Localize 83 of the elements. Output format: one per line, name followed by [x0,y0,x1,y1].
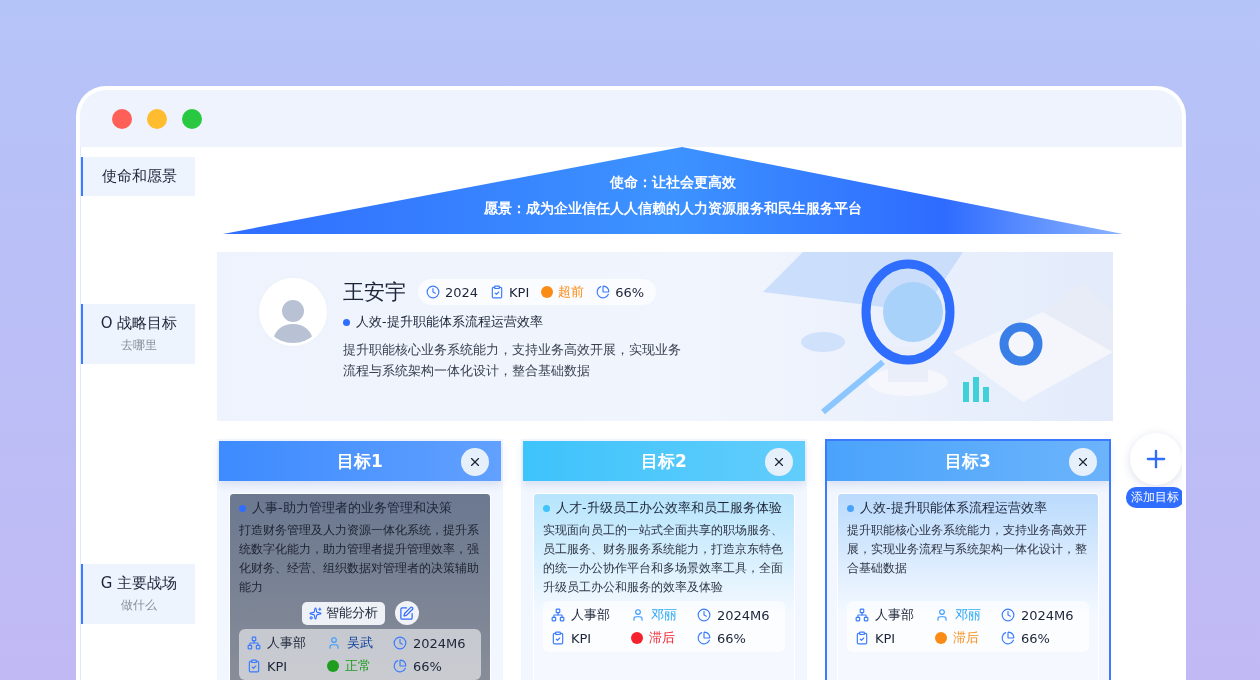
date-text: 2024M6 [717,607,770,623]
clipboard-check-icon [247,659,261,673]
goal-title: 人效-提升职能体系流程运营效率 [356,314,543,331]
type-text: KPI [267,658,288,674]
sidebar-item[interactable]: O 战略目标 去哪里 [81,304,195,364]
owner-text: 吴武 [347,634,373,652]
maximize-window-button[interactable] [182,108,202,129]
bullet-dot [239,505,246,512]
goal-title: 人才-升级员工办公效率和员工服务体验 [556,500,782,517]
chip-text: 66% [615,284,645,300]
edit-button[interactable] [394,601,419,625]
person-icon [631,608,645,622]
goal-description: 实现面向员工的一站式全面共享的职场服务、员工服务、财务服务系统能力，打造京东特色的统一办公协作平台和多场景效率工具，全面升级员工办公和服务的效率及体验 [543,522,784,596]
card-title: 目标2 [641,449,687,473]
chip-text: 超前 [558,283,585,301]
goal-description: 提升职能核心业务系统能力，支持业务高效开展，实现业务流程与系统架构一体化设计，整合基础数据 [343,341,682,380]
pie-chart-icon [596,285,611,299]
status-text: 正常 [345,657,371,675]
sidebar-item[interactable]: G 主要战场 做什么 [81,564,195,624]
clipboard-check-icon [490,285,505,299]
person-icon [935,608,949,622]
close-button[interactable] [765,448,793,476]
person-icon [327,636,341,650]
owner-text: 邓丽 [651,606,677,624]
sidebar-item-title: O 战略目标 [100,314,178,333]
owner-text: 邓丽 [955,606,981,624]
goal-title: 人效-提升职能体系流程运营效率 [860,500,1047,517]
close-button[interactable] [1069,448,1097,476]
date-text: 2024M6 [413,635,466,651]
chip-text: KPI [509,284,530,300]
date-text: 2024M6 [1021,607,1074,623]
sidebar-item-title: G 主要战场 [100,574,178,593]
progress-text: 66% [1021,630,1050,646]
close-window-button[interactable] [112,108,132,129]
department-text: 人事部 [875,606,914,624]
smart-analysis-button[interactable]: 智能分析 [301,601,385,625]
goal-card[interactable]: 目标2 人才-升级员工办公效率和员工服务体验 实现面向员工的一站式全面共享的职场服务、员工服务、财务服务系统能力，打造京东特色的统一办公协作平台和多场景效率工具，全面升级员工办公和服务的效率及体验 人事部 邓丽 2024M6 KPI 滞后 66% [521,439,807,680]
sidebar-item[interactable]: 使命和愿景 [81,157,195,196]
goal-card[interactable]: 目标1 人事-助力管理者的业务管理和决策 打造财务管理及人力资源一体化系统，提升系统数字化能力，助力管理者提升管理效率，强化财务、经营、组织数据对管理者的决策辅助能力 智能分析 人事部 吴武 2024M6 KPI 正常 66% [217,439,503,680]
org-chart-icon [247,636,261,650]
status-text: 滞后 [953,629,979,647]
org-chart-icon [855,608,869,622]
card-title: 目标1 [337,449,383,473]
close-icon [772,455,786,469]
clock-icon [697,608,711,622]
edit-icon [399,605,414,621]
mission-text: 使命：让社会更高效 [610,174,736,192]
progress-text: 66% [717,630,746,646]
progress-text: 66% [413,658,442,674]
card-title: 目标3 [945,449,991,473]
sidebar-item-subtitle: 去哪里 [121,337,157,354]
clipboard-check-icon [855,631,869,645]
goal-card[interactable]: 目标3 人效-提升职能体系流程运营效率 提升职能核心业务系统能力，支持业务高效开展，实现业务流程与系统架构一体化设计，整合基础数据 人事部 邓丽 2024M6 KPI 滞后 66% [825,439,1111,680]
pie-chart-icon [1001,631,1015,645]
close-icon [468,455,482,469]
chip-text: 2024 [445,284,479,300]
type-text: KPI [875,630,896,646]
goal-description: 提升职能核心业务系统能力，支持业务高效开展，实现业务流程与系统架构一体化设计，整合基础数据 [847,522,1088,577]
clock-icon [426,285,440,299]
department-text: 人事部 [267,634,306,652]
close-button[interactable] [461,448,489,476]
goal-title: 人事-助力管理者的业务管理和决策 [252,500,452,517]
clipboard-check-icon [551,631,565,645]
bullet-dot [847,505,854,512]
department-text: 人事部 [571,606,610,624]
close-icon [1076,455,1090,469]
clock-icon [1001,608,1015,622]
goal-description: 打造财务管理及人力资源一体化系统，提升系统数字化能力，助力管理者提升管理效率，强化财务、经营、组织数据对管理者的决策辅助能力 [239,522,480,596]
sparkle-icon [308,606,322,620]
bullet-dot [343,319,350,326]
type-text: KPI [571,630,592,646]
sidebar-item-title: 使命和愿景 [101,167,177,186]
pie-chart-icon [393,659,407,673]
add-button[interactable] [1130,433,1182,485]
add-goal-label: 添加目标 [1126,487,1182,508]
vision-text: 愿景：成为企业信任人人信赖的人力资源服务和民生服务平台 [484,200,862,218]
bullet-dot [543,505,550,512]
clock-icon [393,636,407,650]
person-name: 王安宇 [343,279,406,306]
status-text: 滞后 [649,629,675,647]
pie-chart-icon [697,631,711,645]
org-chart-icon [551,608,565,622]
sidebar-item-subtitle: 做什么 [121,597,157,614]
